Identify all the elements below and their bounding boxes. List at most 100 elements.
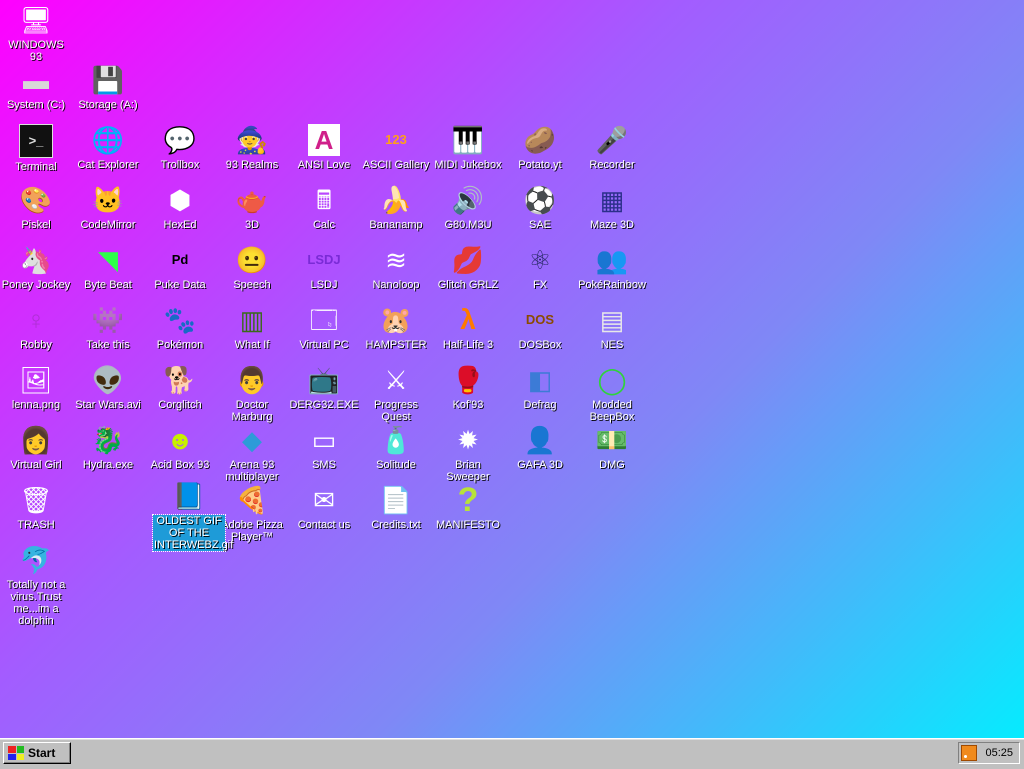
- icon-virtual-girl[interactable]: 👩 Virtual Girl: [0, 424, 72, 471]
- icon-piskel[interactable]: 🎨 Piskel: [0, 184, 72, 231]
- acid-smiley-icon: ☻: [166, 425, 194, 455]
- icon-sae[interactable]: ⚽ SAE: [504, 184, 576, 231]
- icon-kof93[interactable]: 🥊 Kof'93: [432, 364, 504, 411]
- icon-contact-us[interactable]: ✉ Contact us: [288, 484, 360, 531]
- icon-calc[interactable]: 🖩 Calc: [288, 184, 360, 231]
- icon-trash[interactable]: 🗑 TRASH: [0, 484, 72, 531]
- icon-cat-explorer[interactable]: 🌐 Cat Explorer: [72, 124, 144, 171]
- icon-poney-jockey[interactable]: 🦄 Poney Jockey: [0, 244, 72, 291]
- icon-brian-sweeper[interactable]: ✹ Brian Sweeper: [432, 424, 504, 483]
- desktop[interactable]: 🖥 WINDOWS 93 ▬ System (C:) 💾 Storage (A:) >_ Te…: [0, 0, 1024, 738]
- icon-windows-93[interactable]: 🖥 WINDOWS 93: [0, 4, 72, 63]
- icon-half-life-3[interactable]: λ Half-Life 3: [432, 304, 504, 351]
- icon-label: NES: [600, 339, 624, 351]
- icon-terminal[interactable]: >_ Terminal: [0, 124, 72, 173]
- icon-what-if[interactable]: ▥ What If: [216, 304, 288, 351]
- lips-icon: 💋: [452, 245, 484, 275]
- yoda-icon: 👽: [92, 365, 124, 395]
- icon-93-realms[interactable]: 🧙 93 Realms: [216, 124, 288, 171]
- icon-dolphin[interactable]: 🐬 Totally not a virus.Trust me...im a dol…: [0, 544, 72, 627]
- icon-ansi-love[interactable]: A ANSI Love: [288, 124, 360, 171]
- icon-solitude[interactable]: 🧴 Solitude: [360, 424, 432, 471]
- icon-take-this[interactable]: 👾 Take this: [72, 304, 144, 351]
- icon-label: Virtual PC: [299, 339, 349, 351]
- icon-gafa-3d[interactable]: 👤 GAFA 3D: [504, 424, 576, 471]
- computer-icon: 🖥: [20, 5, 52, 35]
- icon-label: TRASH: [17, 519, 55, 531]
- icon-bananamp[interactable]: 🍌 Bananamp: [360, 184, 432, 231]
- icon-oldest-gif[interactable]: 📘 OLDEST GIF OF THE INTERWEBZ.gif: [152, 480, 233, 552]
- icon-robby[interactable]: ♀ Robby: [0, 304, 72, 351]
- icon-label: Piskel: [21, 219, 51, 231]
- icon-midi-jukebox[interactable]: 🎹 MIDI Jukebox: [432, 124, 504, 171]
- icon-label: Speech: [233, 279, 271, 291]
- icon-hydra-exe[interactable]: 🐉 Hydra.exe: [72, 424, 144, 471]
- icon-label: Defrag: [523, 399, 557, 411]
- cat-code-icon: 🐱: [92, 185, 124, 215]
- icon-label: GAFA 3D: [517, 459, 563, 471]
- icon-label: Half-Life 3: [442, 339, 494, 351]
- icon-label: Brian Sweeper: [446, 459, 490, 483]
- icon-label: Doctor Marburg: [231, 399, 273, 423]
- mine-icon: ✹: [457, 425, 479, 455]
- piano-keys-icon: 🎹: [452, 125, 484, 155]
- icon-adobe-pizza-player[interactable]: 🍕 Adobe Pizza Player™: [216, 484, 288, 543]
- icon-3d[interactable]: 🫖 3D: [216, 184, 288, 231]
- icon-label: ASCII Gallery: [362, 159, 430, 171]
- icon-pokerainbow[interactable]: 👥 PokéRainbow: [576, 244, 648, 291]
- icon-g80-m3u[interactable]: 🔊 G80.M3U: [432, 184, 504, 231]
- icon-corglitch[interactable]: 🐕 Corglitch: [144, 364, 216, 411]
- doomguy-icon: 👤: [524, 425, 556, 455]
- icon-byte-beat[interactable]: ◥ Byte Beat: [72, 244, 144, 291]
- icon-virtual-pc[interactable]: 🗔 Virtual PC: [288, 304, 360, 351]
- icon-arena-93[interactable]: ◆ Arena 93 multiplayer: [216, 424, 288, 483]
- icon-progress-quest[interactable]: ⚔ Progress Quest: [360, 364, 432, 423]
- icon-codemirror[interactable]: 🐱 CodeMirror: [72, 184, 144, 231]
- icon-puke-data[interactable]: Pd Puke Data: [144, 244, 216, 291]
- icon-hampster[interactable]: 🐹 HAMPSTER: [360, 304, 432, 351]
- icon-nes[interactable]: ▤ NES: [576, 304, 648, 351]
- icon-maze-3d[interactable]: ▦ Maze 3D: [576, 184, 648, 231]
- icon-label: Credits.txt: [371, 519, 421, 531]
- mage-icon: 🧙: [236, 125, 268, 155]
- icon-label: Trollbox: [160, 159, 200, 171]
- start-button[interactable]: Start: [3, 742, 71, 764]
- icon-label: lenna.png: [11, 399, 61, 411]
- icon-derg32-exe[interactable]: 📺 DERG32.EXE: [288, 364, 360, 411]
- icon-dmg[interactable]: 💵 DMG: [576, 424, 648, 471]
- icon-glitch-grlz[interactable]: 💋 Glitch GRLZ: [432, 244, 504, 291]
- icon-nanoloop[interactable]: ≋ Nanoloop: [360, 244, 432, 291]
- icon-doctor-marburg[interactable]: 👨 Doctor Marburg: [216, 364, 288, 423]
- wave-icon: ◥: [98, 245, 118, 275]
- icon-defrag[interactable]: ◧ Defrag: [504, 364, 576, 411]
- icon-ascii-gallery[interactable]: 123 ASCII Gallery: [360, 124, 432, 171]
- icon-hexed[interactable]: ⬢ HexEd: [144, 184, 216, 231]
- icon-label: Kof'93: [452, 399, 484, 411]
- trainers-icon: 👥: [596, 245, 628, 275]
- icon-label: DERG32.EXE: [289, 399, 359, 411]
- icon-label: FX: [532, 279, 548, 291]
- icon-speech[interactable]: 😐 Speech: [216, 244, 288, 291]
- icon-acid-box-93[interactable]: ☻ Acid Box 93: [144, 424, 216, 471]
- icon-lenna-png[interactable]: 🖼 lenna.png: [0, 364, 72, 411]
- icon-credits-txt[interactable]: 📄 Credits.txt: [360, 484, 432, 531]
- icon-trollbox[interactable]: 💬 Trollbox: [144, 124, 216, 171]
- icon-fx[interactable]: ⚛ FX: [504, 244, 576, 291]
- icon-label: Maze 3D: [589, 219, 635, 231]
- icon-system-c[interactable]: ▬ System (C:): [0, 64, 72, 111]
- maze-icon: ▦: [599, 185, 625, 215]
- icon-modded-beepbox[interactable]: ◯ Modded BeepBox: [576, 364, 648, 423]
- icon-sms[interactable]: ▭ SMS: [288, 424, 360, 471]
- icon-label: Virtual Girl: [10, 459, 62, 471]
- icon-lsdj[interactable]: LSDJ LSDJ: [288, 244, 360, 291]
- icon-label: Puke Data: [154, 279, 206, 291]
- icon-dosbox[interactable]: DOS DOSBox: [504, 304, 576, 351]
- icon-storage-a[interactable]: 💾 Storage (A:): [72, 64, 144, 111]
- icon-pokemon[interactable]: 🐾 Pokémon: [144, 304, 216, 351]
- icon-manifesto[interactable]: ? MANIFESTO: [432, 484, 504, 531]
- icon-recorder[interactable]: 🎤 Recorder: [576, 124, 648, 171]
- icon-label: Corglitch: [158, 399, 202, 411]
- icon-star-wars-avi[interactable]: 👽 Star Wars.avi: [72, 364, 144, 411]
- rss-feed-icon[interactable]: [961, 745, 978, 761]
- icon-potato-yt[interactable]: 🥔 Potato.yt: [504, 124, 576, 171]
